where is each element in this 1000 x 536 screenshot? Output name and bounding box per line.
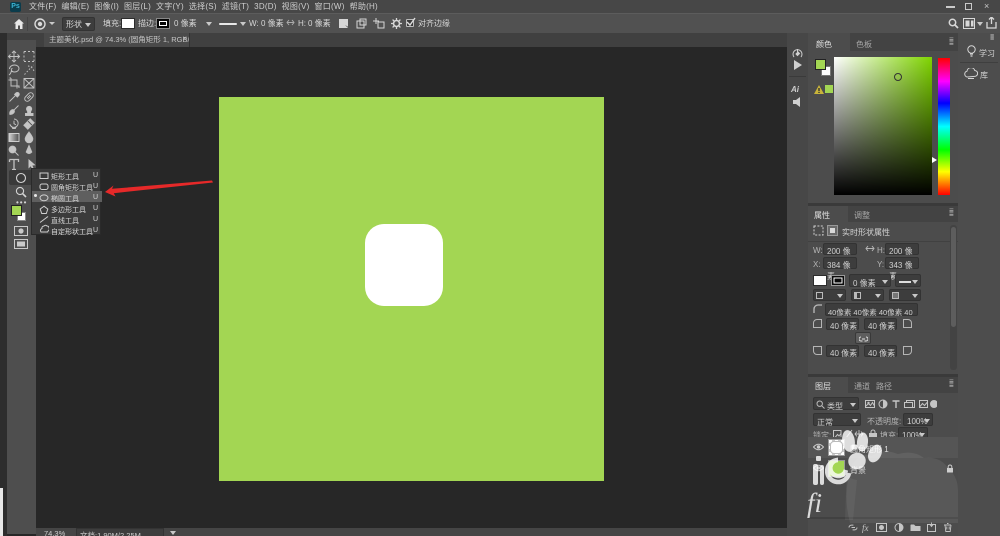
svg-text:fx: fx xyxy=(862,523,869,533)
